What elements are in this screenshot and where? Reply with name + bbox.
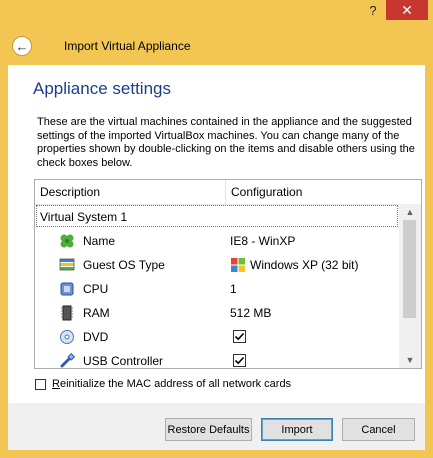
usb-checkbox[interactable] (233, 354, 246, 367)
content-panel: Appliance settings These are the virtual… (8, 65, 425, 403)
help-button[interactable]: ? (360, 0, 386, 20)
dvd-checkbox[interactable] (233, 330, 246, 343)
reinit-mac-label: Reinitialize the MAC address of all netw… (52, 378, 291, 390)
window-title: Import Virtual Appliance (64, 39, 191, 53)
back-button[interactable]: ← (12, 36, 32, 56)
column-divider (225, 180, 226, 204)
row-label-dvd: DVD (83, 330, 109, 344)
button-bar: Restore Defaults Import Cancel (8, 403, 425, 450)
reinit-mac-label-text: einitialize the MAC address of all netwo… (59, 378, 292, 390)
close-button[interactable]: ✕ (386, 0, 428, 20)
tree-row-virtual-system[interactable]: Virtual System 1 (36, 205, 398, 227)
cancel-button[interactable]: Cancel (342, 418, 415, 441)
scroll-up-icon[interactable]: ▲ (399, 204, 421, 220)
row-value-name: IE8 - WinXP (230, 234, 296, 248)
row-label-os-type: Guest OS Type (83, 258, 165, 272)
scroll-down-icon[interactable]: ▼ (399, 352, 421, 368)
tree-row-ram[interactable]: RAM 512 MB (35, 301, 399, 325)
tree-row-dvd[interactable]: DVD (35, 325, 399, 349)
reinit-mac-option[interactable]: Reinitialize the MAC address of all netw… (35, 378, 291, 390)
intro-text: These are the virtual machines contained… (37, 116, 415, 169)
import-button[interactable]: Import (261, 418, 333, 441)
row-value-ram: 512 MB (230, 306, 272, 320)
virtual-system-label: Virtual System 1 (40, 210, 128, 224)
row-value-os-type: Windows XP (32 bit) (250, 258, 359, 272)
tree-scrollbar[interactable]: ▲ ▼ (399, 204, 421, 368)
dvd-icon (60, 330, 74, 344)
row-label-usb: USB Controller (83, 354, 164, 368)
reinit-mac-mnemonic: R (52, 378, 60, 390)
page-heading: Appliance settings (33, 79, 171, 98)
column-header-description[interactable]: Description (40, 185, 100, 199)
tree-row-usb[interactable]: USB Controller (35, 349, 399, 368)
scroll-thumb[interactable] (403, 220, 416, 318)
title-bar: ? ✕ (0, 0, 433, 30)
tree-row-cpu[interactable]: CPU 1 (35, 277, 399, 301)
wizard-header: ← Import Virtual Appliance (8, 30, 425, 65)
appliance-tree[interactable]: Description Configuration Virtual System… (34, 179, 422, 369)
row-label-ram: RAM (83, 306, 110, 320)
reinit-mac-checkbox[interactable] (35, 378, 46, 390)
row-label-cpu: CPU (83, 282, 109, 296)
ram-icon (61, 305, 73, 321)
os-type-icon (59, 258, 75, 271)
row-value-cpu: 1 (230, 282, 237, 296)
row-label-name: Name (83, 234, 116, 248)
tree-row-name[interactable]: Name IE8 - WinXP (35, 229, 399, 253)
restore-defaults-button[interactable]: Restore Defaults (165, 418, 252, 441)
windows-xp-icon (231, 258, 245, 272)
cpu-icon (60, 282, 74, 296)
tree-row-os-type[interactable]: Guest OS Type Windows XP (32 bit) (35, 253, 399, 277)
import-appliance-window: ? ✕ ← Import Virtual Appliance Appliance… (0, 0, 433, 458)
tree-header: Description Configuration (35, 180, 421, 205)
usb-icon (60, 353, 75, 368)
column-header-configuration[interactable]: Configuration (231, 185, 302, 199)
back-arrow-icon: ← (15, 38, 29, 54)
name-icon (60, 234, 74, 248)
